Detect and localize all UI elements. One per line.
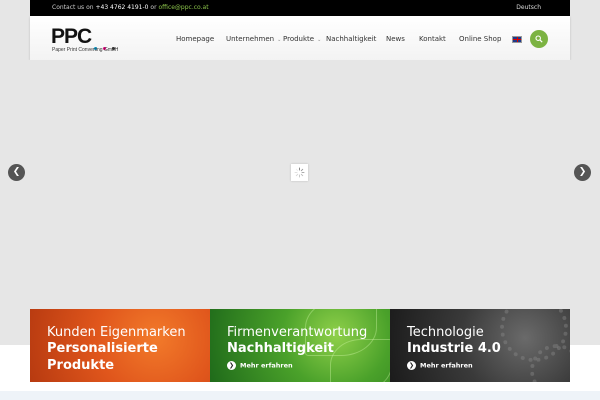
site-header: PPC Paper Print Converting GmbH Homepage… (30, 16, 570, 60)
feature-line1: Firmenverantwortung (227, 325, 368, 340)
spinner-icon (294, 167, 305, 178)
logo-tagline: Paper Print Converting GmbH (52, 47, 119, 53)
contact-prefix: Contact us on (52, 4, 94, 11)
feature-box-industrie[interactable]: Technologie Industrie 4.0 ❯ Mehr erfahren (390, 309, 570, 382)
nav-item-homepage[interactable]: Homepage (176, 35, 214, 43)
nav-item-online-shop[interactable]: Online Shop (459, 35, 501, 43)
search-icon (535, 35, 543, 43)
more-link-label: Mehr erfahren (420, 361, 473, 370)
feature-line2: Personalisierte (47, 341, 158, 356)
more-link[interactable]: ❯ Mehr erfahren (407, 361, 473, 370)
nav-item-produkte[interactable]: Produkte ⌄ (283, 35, 321, 43)
logo-mark: PPC (51, 25, 92, 48)
chevron-down-icon: ⌄ (317, 37, 322, 43)
hero-slider: ❮ ❯ (0, 60, 600, 310)
chevron-left-icon: ❮ (12, 167, 21, 177)
feature-line1: Technologie (407, 325, 484, 340)
nav-item-news[interactable]: News (386, 35, 405, 43)
nav-item-label: Unternehmen (226, 35, 275, 43)
feature-line2: Nachhaltigkeit (227, 341, 334, 356)
nav-item-unternehmen[interactable]: Unternehmen ⌄ (226, 35, 281, 43)
feature-box-nachhaltigkeit[interactable]: Firmenverantwortung Nachhaltigkeit ❯ Mehr… (210, 309, 390, 382)
nav-item-nachhaltigkeit[interactable]: Nachhaltigkeit (326, 35, 376, 43)
contact-or: or (150, 4, 157, 11)
footer-strip (0, 391, 600, 400)
feature-line2: Industrie 4.0 (407, 341, 501, 356)
chevron-right-icon: ❯ (578, 167, 587, 177)
uk-flag-icon[interactable] (512, 36, 522, 43)
chevron-right-icon: ❯ (227, 361, 236, 370)
nav-item-kontakt[interactable]: Kontakt (419, 35, 446, 43)
email-link[interactable]: office@ppc.co.at (158, 4, 208, 11)
slider-loader (291, 164, 308, 181)
slider-next-button[interactable]: ❯ (574, 164, 591, 181)
more-link-label: Mehr erfahren (240, 361, 293, 370)
phone-link[interactable]: +43 4762 4191-0 (95, 4, 148, 11)
more-link[interactable]: ❯ Mehr erfahren (227, 361, 293, 370)
slider-prev-button[interactable]: ❮ (8, 164, 25, 181)
leaf-decoration (330, 339, 390, 382)
language-switch-link[interactable]: Deutsch (516, 4, 541, 11)
top-bar: Contact us on +43 4762 4191-0 or office@… (30, 0, 570, 16)
feature-box-eigenmarken[interactable]: Kunden Eigenmarken Personalisierte Produ… (30, 309, 210, 382)
contact-info: Contact us on +43 4762 4191-0 or office@… (52, 4, 209, 11)
feature-line1: Kunden Eigenmarken (47, 325, 186, 340)
nav-item-label: Produkte (283, 35, 315, 43)
chevron-right-icon: ❯ (407, 361, 416, 370)
chevron-down-icon: ⌄ (277, 37, 282, 43)
search-button[interactable] (530, 30, 548, 48)
logo[interactable]: PPC Paper Print Converting GmbH (51, 26, 131, 56)
feature-line3: Produkte (47, 358, 115, 373)
